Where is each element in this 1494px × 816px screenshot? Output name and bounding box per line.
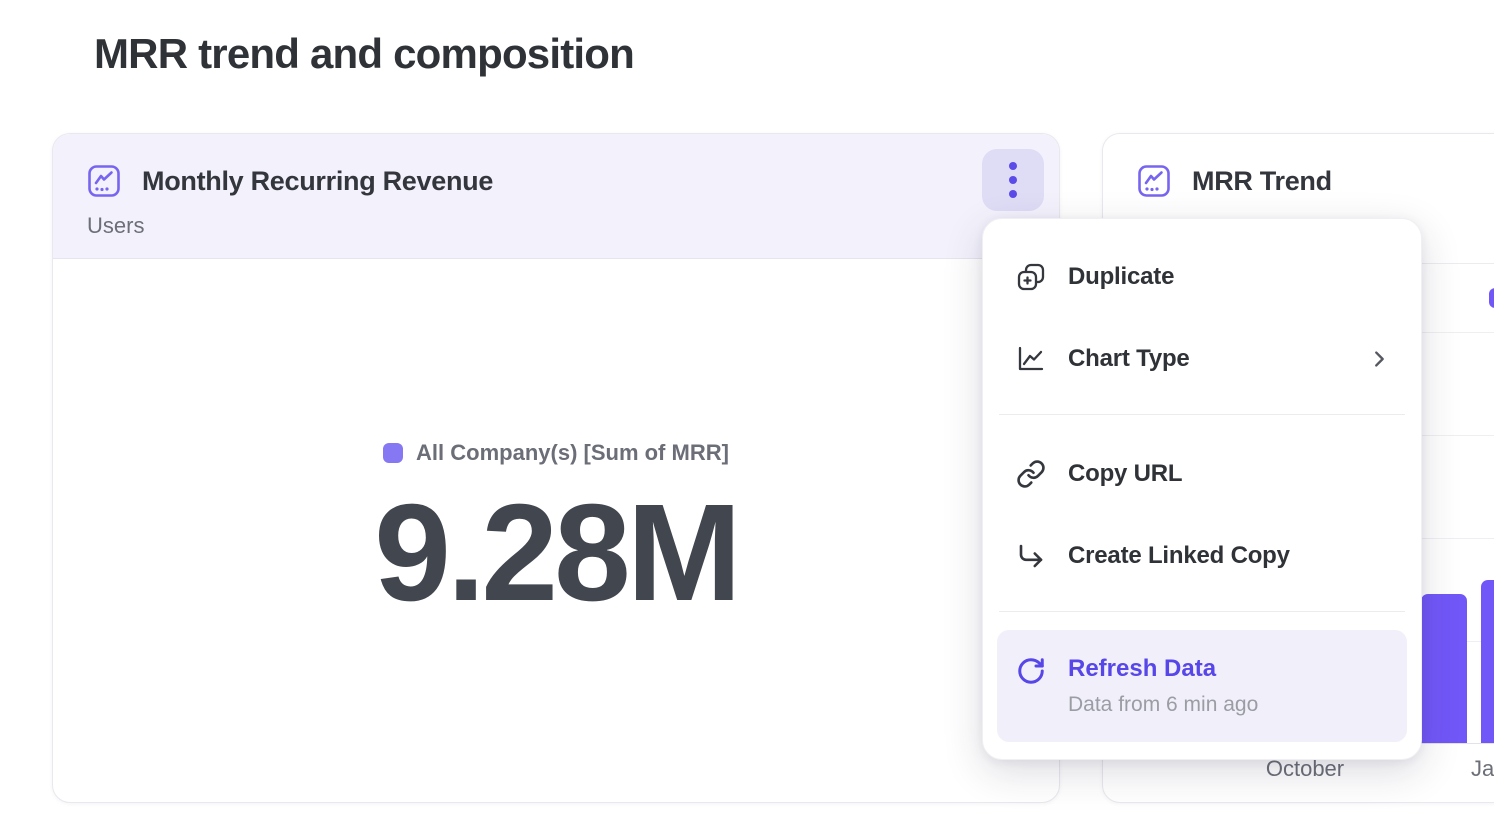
menu-item-label: Chart Type: [1068, 345, 1190, 373]
legend: All Company(s) [Sum of MRR]: [383, 440, 729, 466]
mrr-card: Monthly Recurring Revenue Users All Comp…: [52, 133, 1060, 803]
trend-card-title-row: MRR Trend: [1137, 164, 1494, 198]
menu-divider: [999, 611, 1405, 612]
mrr-card-subtitle: Users: [87, 213, 1059, 239]
link-icon: [1015, 458, 1047, 490]
dashboard-page: MRR trend and composition Monthly Recurr…: [0, 0, 1494, 816]
mrr-card-title-row: Monthly Recurring Revenue: [87, 164, 1059, 198]
trend-card-title: MRR Trend: [1192, 166, 1332, 197]
x-axis-label: Ja: [1471, 756, 1494, 782]
page-title: MRR trend and composition: [94, 30, 634, 78]
refresh-status-text: Data from 6 min ago: [1068, 692, 1258, 718]
duplicate-icon: [1015, 261, 1047, 293]
kebab-icon: [1009, 162, 1017, 198]
corner-down-right-icon: [1015, 540, 1047, 572]
chevron-right-icon: [1367, 347, 1391, 371]
menu-item-create-linked-copy[interactable]: Create Linked Copy: [983, 515, 1421, 597]
trend-legend-swatch: [1489, 288, 1494, 308]
menu-divider: [999, 414, 1405, 415]
refresh-icon: [1015, 655, 1047, 687]
menu-item-duplicate[interactable]: Duplicate: [983, 236, 1421, 318]
legend-swatch: [383, 443, 403, 463]
menu-item-label: Duplicate: [1068, 263, 1174, 291]
context-menu: Duplicate Chart Type: [982, 218, 1422, 760]
mrr-card-body: All Company(s) [Sum of MRR] 9.28M: [53, 259, 1059, 802]
big-number-value: 9.28M: [374, 484, 738, 622]
menu-item-copy-url[interactable]: Copy URL: [983, 433, 1421, 515]
mrr-card-title: Monthly Recurring Revenue: [142, 166, 493, 197]
chart-icon: [1137, 164, 1171, 198]
chart-icon: [87, 164, 121, 198]
card-menu-button[interactable]: [982, 149, 1044, 211]
menu-item-label: Copy URL: [1068, 460, 1182, 488]
menu-item-chart-type[interactable]: Chart Type: [983, 318, 1421, 400]
mrr-card-header: Monthly Recurring Revenue Users: [53, 134, 1059, 259]
menu-item-label: Refresh Data: [1068, 654, 1258, 684]
trend-bar[interactable]: [1481, 580, 1494, 743]
chart-type-icon: [1015, 343, 1047, 375]
menu-item-refresh-data[interactable]: Refresh Data Data from 6 min ago: [997, 630, 1407, 742]
menu-item-label: Create Linked Copy: [1068, 542, 1290, 570]
trend-bar[interactable]: [1421, 594, 1467, 743]
legend-label: All Company(s) [Sum of MRR]: [416, 440, 729, 466]
